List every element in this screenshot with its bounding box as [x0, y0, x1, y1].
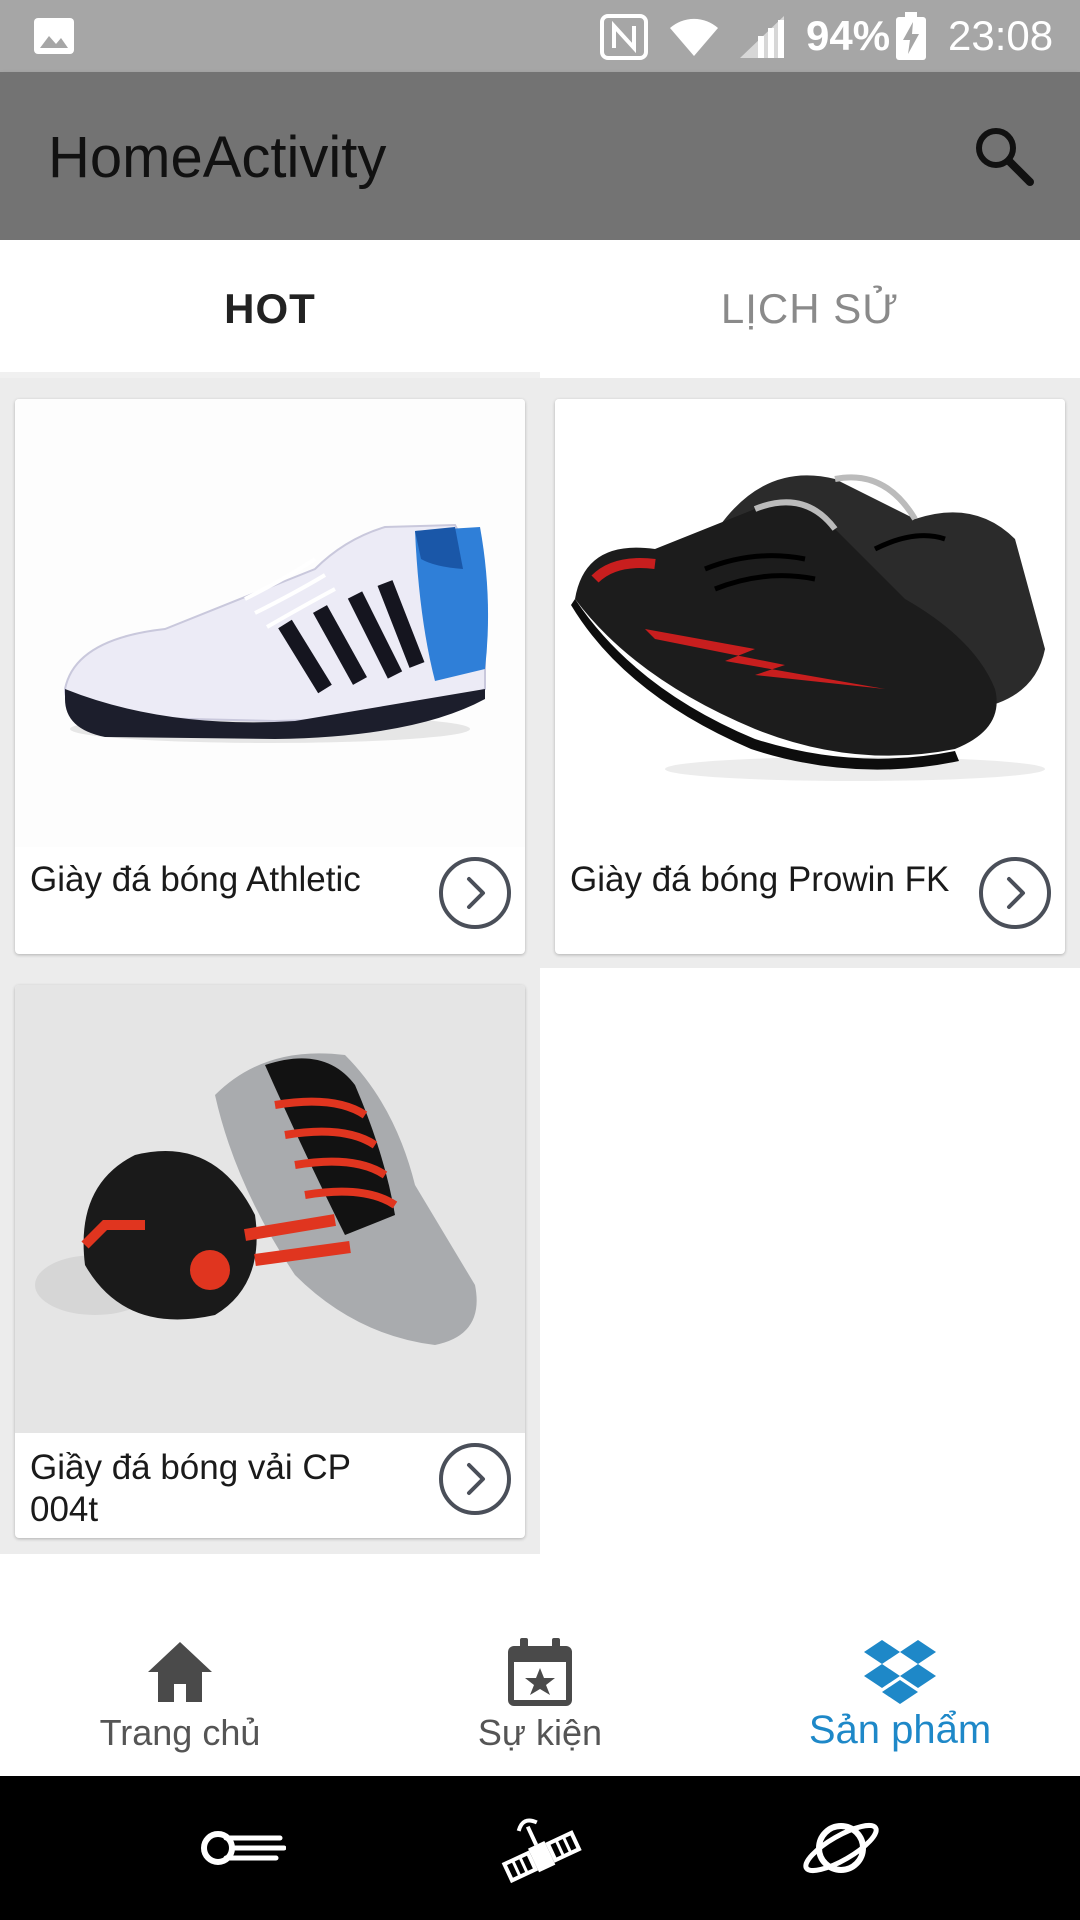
battery-charging-icon: [896, 12, 926, 60]
product-name: Giầy đá bóng vải CP 004t: [30, 1448, 351, 1529]
gallery-icon: [34, 18, 74, 54]
product-card[interactable]: Giày đá bóng Prowin FK: [555, 399, 1065, 954]
nfc-icon: [600, 14, 648, 60]
comet-icon[interactable]: [196, 1808, 286, 1888]
product-image-white-blue-shoe: [15, 399, 525, 847]
wifi-icon: [670, 18, 718, 56]
clock: 23:08: [948, 12, 1054, 59]
product-card[interactable]: Giày đá bóng Athletic: [15, 399, 525, 954]
home-icon: [148, 1642, 212, 1702]
calendar-star-icon: [508, 1638, 572, 1706]
product-card[interactable]: Giầy đá bóng vải CP 004t: [15, 985, 525, 1538]
tab-hot[interactable]: HOT: [0, 240, 540, 378]
product-image-black-red-shoes: [555, 399, 1065, 847]
nav-item-events[interactable]: Sự kiện: [360, 1586, 720, 1776]
product-image-black-silver-shoes: [15, 985, 525, 1433]
product-name: Giày đá bóng Prowin FK: [570, 860, 950, 899]
dropbox-icon: [864, 1640, 936, 1704]
system-navigation-bar: [0, 1776, 1080, 1920]
satellite-icon[interactable]: [495, 1808, 585, 1888]
chevron-right-icon[interactable]: [437, 855, 513, 931]
product-name: Giày đá bóng Athletic: [30, 860, 361, 899]
nav-label-home: Trang chủ: [99, 1712, 261, 1753]
nav-label-products: Sản phẩm: [808, 1708, 992, 1752]
bottom-navigation: Trang chủ Sự kiện Sản phẩm: [0, 1586, 1080, 1776]
nav-label-events: Sự kiện: [477, 1712, 603, 1753]
app-bar: HomeActivity: [0, 72, 1080, 240]
battery-percentage: 94%: [806, 12, 891, 59]
tab-history[interactable]: LỊCH SỬ: [540, 240, 1080, 378]
search-icon[interactable]: [972, 124, 1036, 188]
nav-item-home[interactable]: Trang chủ: [0, 1586, 360, 1776]
chevron-right-icon[interactable]: [977, 855, 1053, 931]
app-title: HomeActivity: [48, 125, 387, 190]
status-bar: 94% 23:08: [0, 0, 1080, 72]
signal-icon: [740, 16, 784, 58]
tab-bar: HOT LỊCH SỬ: [0, 240, 1080, 378]
chevron-right-icon[interactable]: [437, 1441, 513, 1517]
planet-icon[interactable]: [796, 1808, 886, 1888]
nav-item-products[interactable]: Sản phẩm: [720, 1586, 1080, 1776]
